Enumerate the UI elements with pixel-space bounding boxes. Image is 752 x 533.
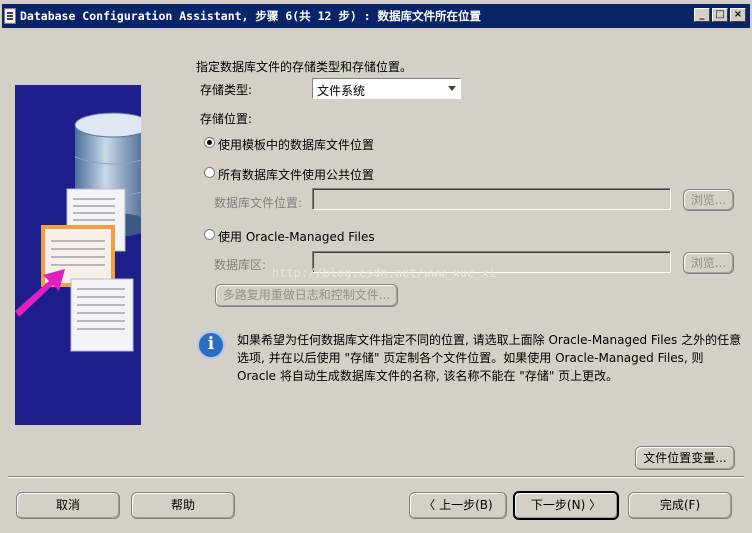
app-icon[interactable] <box>4 8 16 24</box>
close-button[interactable]: × <box>730 8 746 22</box>
option-common-location-label[interactable]: 所有数据库文件使用公共位置 <box>218 166 374 183</box>
chevron-down-icon[interactable] <box>448 86 456 91</box>
chevron-left-icon: 〈 <box>423 498 436 512</box>
radio-template-locations[interactable] <box>204 137 215 148</box>
window-title: Database Configuration Assistant, 步骤 6(共… <box>20 9 482 23</box>
maximize-button[interactable]: □ <box>712 8 728 22</box>
file-location-variables-button[interactable]: 文件位置变量... <box>635 446 735 470</box>
database-files-illustration <box>15 112 141 352</box>
db-file-location-label: 数据库文件位置: <box>214 196 303 210</box>
next-button[interactable]: 下一步(N) 〉 <box>513 491 619 520</box>
footer-separator <box>8 476 744 478</box>
info-message: 如果希望为任何数据库文件指定不同的位置, 请选取上面除 Oracle-Manag… <box>237 331 742 385</box>
info-line-2: 选项, 并在以后使用 "存储" 页定制各个文件位置。如果使用 Oracle-Ma… <box>237 351 704 365</box>
db-area-label: 数据库区: <box>214 258 267 272</box>
cancel-button[interactable]: 取消 <box>16 492 120 519</box>
radio-oracle-managed-files[interactable] <box>204 229 215 240</box>
finish-button[interactable]: 完成(F) <box>628 492 732 519</box>
option-oracle-managed-files-label[interactable]: 使用 Oracle-Managed Files <box>218 228 375 245</box>
back-button-label: 上一步(B) <box>439 498 493 512</box>
db-file-location-input[interactable] <box>312 188 671 210</box>
storage-type-value: 文件系统 <box>317 84 366 98</box>
next-button-label: 下一步(N) <box>530 498 586 512</box>
info-icon: i <box>197 331 225 359</box>
browse-button-2[interactable]: 浏览... <box>683 252 734 274</box>
title-bar: Database Configuration Assistant, 步骤 6(共… <box>0 0 752 33</box>
radio-common-location[interactable] <box>204 167 215 178</box>
info-line-3: Oracle 将自动生成数据库文件的名称, 该名称不能在 "存储" 页上更改。 <box>237 369 619 383</box>
storage-location-label: 存储位置: <box>200 112 253 126</box>
chevron-right-icon: 〉 <box>589 498 602 512</box>
storage-type-select[interactable]: 文件系统 <box>312 78 461 99</box>
db-area-input[interactable] <box>312 251 671 273</box>
instruction-text: 指定数据库文件的存储类型和存储位置。 <box>196 60 413 74</box>
wizard-illustration <box>15 85 141 425</box>
browse-button-1[interactable]: 浏览... <box>683 189 734 211</box>
help-button[interactable]: 帮助 <box>131 492 235 519</box>
multiplex-redo-logs-button[interactable]: 多路复用重做日志和控制文件... <box>215 284 398 307</box>
storage-type-label: 存储类型: <box>200 83 253 97</box>
minimize-button[interactable]: _ <box>694 8 710 22</box>
back-button[interactable]: 〈 上一步(B) <box>409 492 507 519</box>
info-line-1: 如果希望为任何数据库文件指定不同的位置, 请选取上面除 Oracle-Manag… <box>237 333 742 347</box>
option-template-locations-label[interactable]: 使用模板中的数据库文件位置 <box>218 136 374 153</box>
